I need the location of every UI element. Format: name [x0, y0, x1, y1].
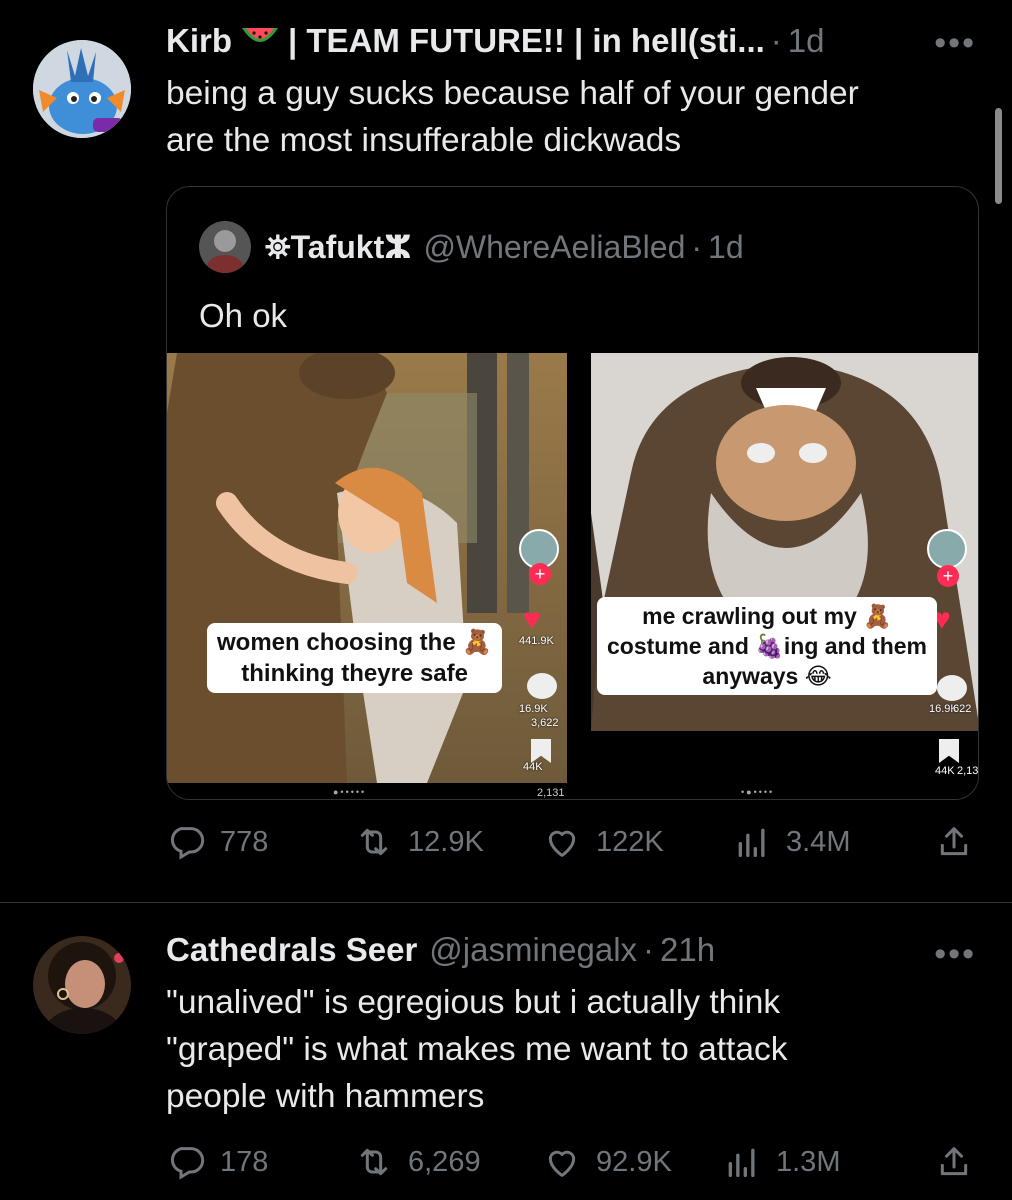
save-count: 44K: [935, 765, 955, 777]
media-image-left[interactable]: + ♥ 441.9K women choosing the 🧸 thinking…: [167, 353, 567, 783]
tweet-text-line: "unalived" is egregious but i actually t…: [166, 984, 781, 1021]
avatar-cathedrals-seer[interactable]: [33, 936, 131, 1034]
tweet-text-line: "graped" is what makes me want to attack: [166, 1031, 788, 1068]
comment-subcount: 622: [953, 703, 972, 715]
carousel-dots-left: ●•••••: [333, 787, 367, 797]
display-name[interactable]: Kirb: [166, 22, 232, 60]
repost-icon: [360, 1148, 388, 1176]
like-heart-icon[interactable]: ♥: [523, 603, 541, 637]
quote-header: ⛯Tafuktⵣ @WhereAeliaBled · 1d: [199, 221, 744, 273]
share-button[interactable]: [934, 822, 988, 862]
repost-button[interactable]: 6,269: [354, 1142, 481, 1182]
quote-avatar[interactable]: [199, 221, 251, 273]
creator-avatar[interactable]: [927, 529, 967, 569]
timestamp[interactable]: 21h: [660, 931, 715, 969]
caption-line: thinking theyre safe: [241, 660, 468, 687]
reply-button[interactable]: 778: [166, 822, 268, 862]
separator-dot: ·: [691, 228, 703, 265]
tweet-text-line: are the most insufferable dickwads: [166, 122, 682, 159]
like-count: 122K: [596, 825, 664, 858]
quote-tweet[interactable]: ⛯Tafuktⵣ @WhereAeliaBled · 1d Oh ok + ♥ …: [166, 186, 979, 800]
repost-icon: [360, 828, 388, 856]
quote-display-name[interactable]: ⛯Tafuktⵣ: [265, 228, 411, 267]
tweet-text: being a guy sucks because half of your g…: [166, 70, 986, 164]
repost-button[interactable]: 12.9K: [354, 822, 484, 862]
timestamp[interactable]: 1d: [788, 22, 825, 60]
caption-line: anyways 😂: [702, 663, 832, 689]
save-subcount: 2,131: [957, 765, 979, 777]
views-icon: [738, 828, 765, 857]
follow-plus-icon[interactable]: +: [529, 563, 551, 585]
display-name-rest[interactable]: | TEAM FUTURE!! | in hell(sti...: [288, 22, 765, 60]
like-icon: [548, 830, 576, 857]
quote-text: Oh ok: [199, 297, 288, 334]
tweet-text-line: being a guy sucks because half of your g…: [166, 75, 859, 112]
like-button[interactable]: 122K: [542, 822, 664, 862]
reply-icon: [171, 1147, 205, 1180]
tweet-text: "unalived" is egregious but i actually t…: [166, 979, 986, 1120]
like-button[interactable]: 92.9K: [542, 1142, 672, 1182]
caption-line: women choosing the 🧸: [217, 629, 493, 656]
tweet-header: Cathedrals Seer @jasminegalx · 21h: [166, 931, 715, 969]
comment-icon[interactable]: [937, 675, 967, 701]
repost-count: 12.9K: [408, 825, 484, 858]
tweet-text-line: people with hammers: [166, 1078, 485, 1115]
reply-icon: [171, 827, 205, 860]
reply-button[interactable]: 178: [166, 1142, 268, 1182]
share-icon: [940, 827, 968, 856]
separator-dot: ·: [643, 931, 655, 968]
caption-line: costume and 🍇ing and them: [607, 633, 928, 659]
tweet-header: Kirb | TEAM FUTURE!! | in hell(sti... · …: [166, 22, 825, 60]
separator-dot: ·: [770, 22, 782, 59]
media-caption-left: women choosing the 🧸 thinking theyre saf…: [207, 623, 503, 693]
share-icon: [940, 1147, 968, 1176]
views-icon: [728, 1148, 755, 1177]
carousel-dots-right: •●••••: [741, 787, 775, 797]
quote-handle[interactable]: @WhereAeliaBled: [423, 229, 685, 266]
handle[interactable]: @jasminegalx: [429, 931, 637, 969]
tweet-actions: 178 6,269 92.9K 1.3M: [166, 1142, 978, 1186]
like-icon: [548, 1150, 576, 1177]
save-count: 44K: [523, 761, 543, 773]
tweet-actions: 778 12.9K 122K 3.4M: [166, 822, 978, 866]
like-count: 92.9K: [596, 1145, 672, 1178]
follow-plus-icon[interactable]: +: [937, 565, 959, 587]
media-image-right[interactable]: + ♥ me crawling out my 🧸 costume and 🍇in…: [591, 353, 978, 731]
repost-count: 6,269: [408, 1145, 481, 1178]
bookmark-icon[interactable]: [939, 739, 959, 763]
media-caption-right: me crawling out my 🧸 costume and 🍇ing an…: [597, 597, 938, 695]
reply-count: 178: [220, 1145, 269, 1178]
caption-line: me crawling out my 🧸: [642, 603, 892, 629]
views-button[interactable]: 1.3M: [722, 1142, 840, 1182]
more-icon[interactable]: •••: [934, 24, 976, 63]
like-count: 441.9K: [519, 635, 554, 647]
comment-subcount: 3,622: [531, 717, 559, 729]
share-button[interactable]: [934, 1142, 988, 1182]
avatar-kirb[interactable]: [33, 40, 131, 138]
comment-icon[interactable]: [527, 673, 557, 699]
tweet-kirb[interactable]: Kirb | TEAM FUTURE!! | in hell(sti... · …: [0, 0, 1012, 902]
views-count: 1.3M: [776, 1145, 841, 1178]
display-name[interactable]: Cathedrals Seer: [166, 931, 417, 969]
quote-timestamp[interactable]: 1d: [708, 229, 744, 266]
views-count: 3.4M: [786, 825, 851, 858]
quote-media[interactable]: + ♥ 441.9K women choosing the 🧸 thinking…: [167, 353, 979, 799]
watermelon-icon: [238, 22, 282, 52]
tweet-cathedrals-seer[interactable]: Cathedrals Seer @jasminegalx · 21h ••• "…: [0, 903, 1012, 1200]
reply-count: 778: [220, 825, 269, 858]
comment-count: 16.9K: [519, 703, 548, 715]
scrollbar[interactable]: [995, 108, 1002, 204]
views-button[interactable]: 3.4M: [732, 822, 850, 862]
save-subcount: 2,131: [537, 787, 565, 799]
more-icon[interactable]: •••: [934, 935, 976, 974]
